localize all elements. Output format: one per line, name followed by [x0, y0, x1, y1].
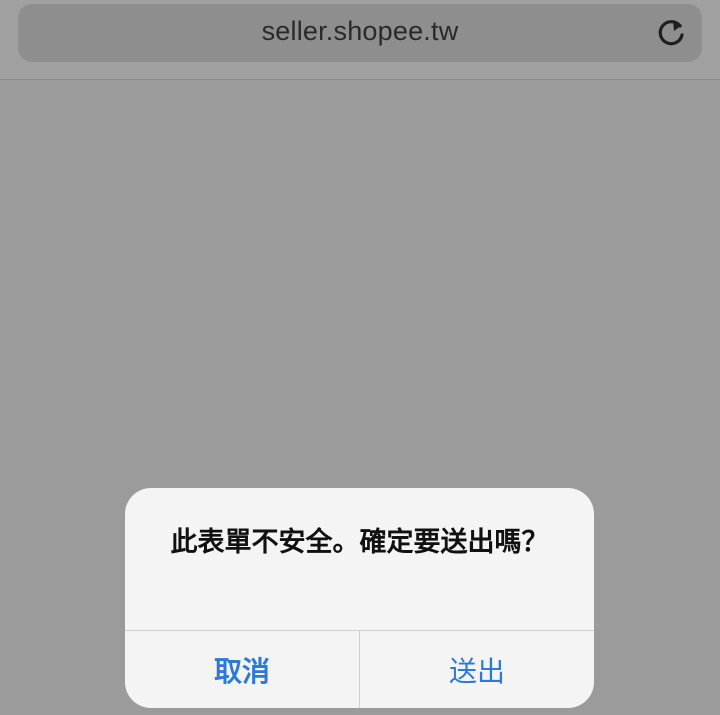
alert-message: 此表單不安全。確定要送出嗎？ [170, 527, 549, 558]
cancel-button[interactable]: 取消 [125, 631, 360, 708]
security-alert-dialog: 此表單不安全。確定要送出嗎？ 取消 送出 [125, 488, 594, 708]
reload-icon[interactable] [654, 16, 688, 50]
browser-toolbar: seller.shopee.tw [0, 0, 720, 80]
alert-button-row: 取消 送出 [125, 630, 594, 708]
submit-button[interactable]: 送出 [360, 631, 594, 708]
address-bar[interactable]: seller.shopee.tw [18, 4, 702, 62]
url-text[interactable]: seller.shopee.tw [18, 16, 702, 47]
browser-window: seller.shopee.tw 此表單不安全。確定要送出嗎？ 取消 送出 [0, 0, 720, 715]
